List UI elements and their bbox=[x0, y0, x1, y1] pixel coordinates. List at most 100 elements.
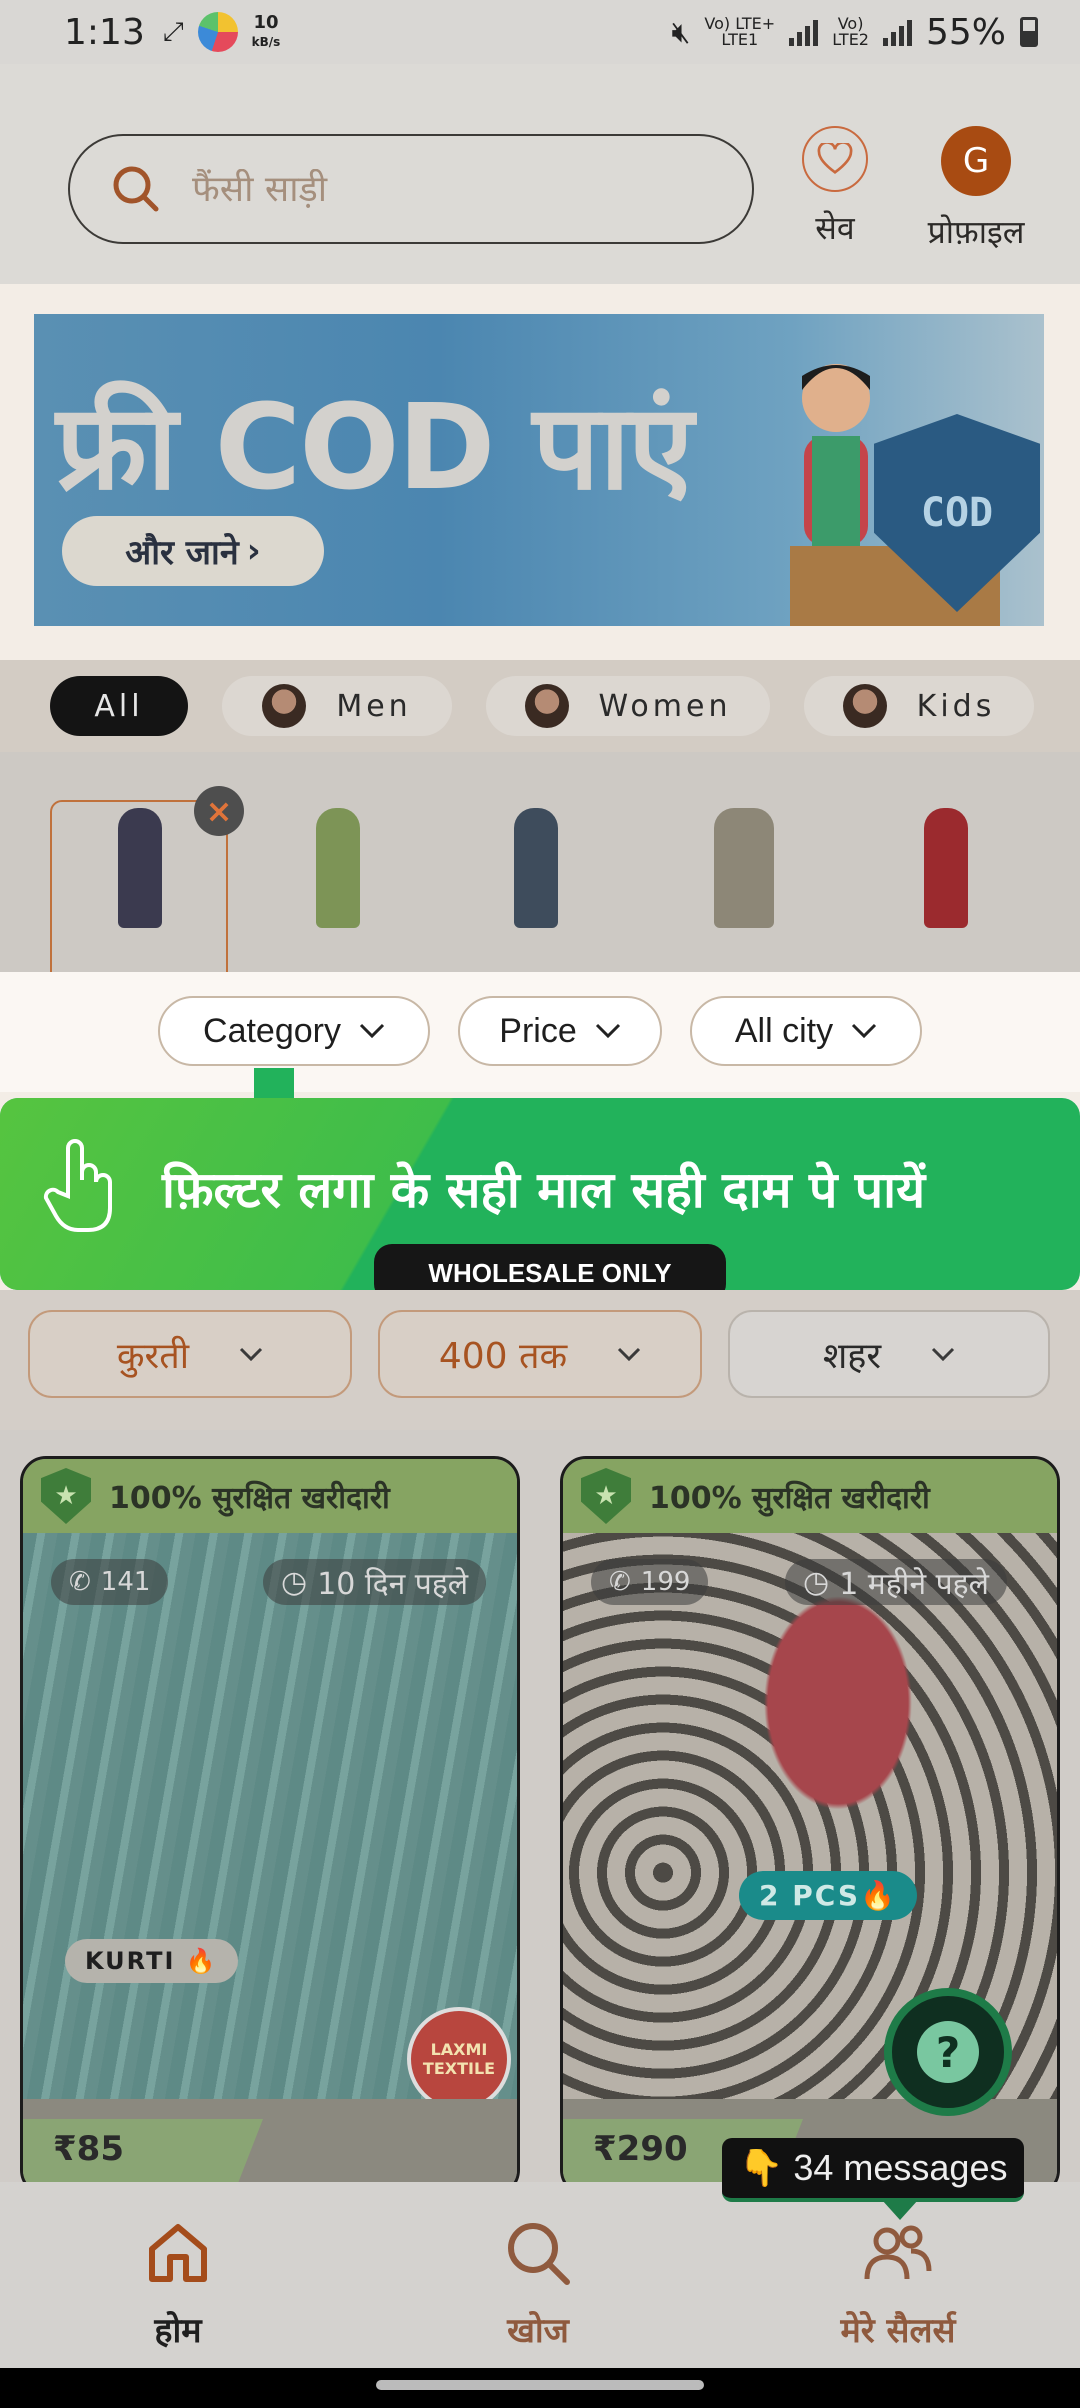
category-item[interactable] bbox=[886, 802, 1006, 952]
tab-kids[interactable]: Kids bbox=[804, 676, 1034, 736]
tab-women-label: Women bbox=[598, 688, 732, 724]
product-price: ₹290 bbox=[593, 2129, 688, 2169]
nav-home[interactable]: होम bbox=[78, 2218, 278, 2352]
nav-sellers[interactable]: मेरे सैलर्स bbox=[798, 2218, 998, 2352]
tooltip-text: फ़िल्टर लगा के सही माल सही दाम पे पायें bbox=[162, 1161, 926, 1219]
kids-avatar-icon bbox=[842, 684, 887, 728]
sim1-indicator: Vo) LTE+ LTE1 bbox=[704, 16, 775, 48]
city-quick-filter-label: शहर bbox=[822, 1335, 882, 1377]
posted-time: ◷ 1 महीने पहले bbox=[785, 1559, 1007, 1605]
promo-banner[interactable]: फ्री COD पाएं और जाने › COD bbox=[34, 314, 1044, 626]
network-speed: 10 kB/s bbox=[251, 11, 281, 51]
tap-hand-icon bbox=[43, 1139, 112, 1232]
product-card[interactable]: ★ 100% सुरक्षित खरीदारी ✆ 141 ◷ 10 दिन पहल… bbox=[20, 1456, 520, 2196]
messages-popup[interactable]: 👇 34 messages bbox=[722, 2138, 1024, 2202]
sellers-icon bbox=[798, 2218, 998, 2288]
battery-icon bbox=[1020, 17, 1038, 47]
system-nav-bar bbox=[0, 2368, 1080, 2408]
kurti-filter-label: कुरती bbox=[116, 1335, 190, 1377]
network-speed-unit: kB/s bbox=[251, 34, 281, 49]
city-filter-button[interactable]: All city bbox=[690, 996, 922, 1066]
tab-men-label: Men bbox=[336, 688, 412, 724]
browser-app-icon bbox=[197, 12, 238, 52]
status-bar: 1:13 ⤢ 10 kB/s 🔇︎ Vo) LTE+ LTE1 Vo) LTE2 5… bbox=[0, 0, 1080, 64]
tab-women[interactable]: Women bbox=[486, 676, 770, 736]
nav-search-label: खोज bbox=[507, 2311, 569, 2351]
signal-icon bbox=[882, 18, 912, 46]
price-filter-button[interactable]: Price bbox=[458, 996, 662, 1066]
star-shield-icon: ★ bbox=[581, 1468, 631, 1524]
city-quick-filter-button[interactable]: शहर bbox=[728, 1310, 1050, 1398]
kurti-thumbnail bbox=[118, 808, 162, 928]
avatar: G bbox=[941, 126, 1011, 196]
banner-title: फ्री COD पाएं bbox=[56, 378, 693, 516]
category-filter-button[interactable]: Category bbox=[158, 996, 430, 1066]
pointing-down-icon: 👇 bbox=[738, 2147, 784, 2188]
profile-button[interactable]: G प्रोफ़ाइल bbox=[916, 126, 1036, 253]
chevron-down-icon bbox=[240, 1347, 263, 1361]
product-tag: 2 PCS🔥 bbox=[739, 1871, 917, 1920]
category-item[interactable] bbox=[684, 802, 804, 952]
chevron-down-icon bbox=[595, 1023, 620, 1039]
whatsapp-count-value: 141 bbox=[100, 1567, 151, 1597]
app-header: सेव G प्रोफ़ाइल bbox=[0, 64, 1080, 284]
category-item[interactable] bbox=[278, 802, 398, 952]
heart-icon bbox=[802, 126, 868, 192]
chevron-down-icon bbox=[852, 1023, 877, 1039]
quick-filter-row: कुरती 400 तक शहर bbox=[0, 1290, 1080, 1430]
gesture-handle[interactable] bbox=[376, 2380, 704, 2390]
city-filter-label: All city bbox=[734, 1011, 834, 1050]
nav-sellers-label: मेरे सैलर्स bbox=[840, 2311, 956, 2351]
chevron-down-icon bbox=[932, 1347, 955, 1361]
jeans-thumbnail bbox=[514, 808, 558, 928]
secure-banner: ★ 100% सुरक्षित खरीदारी bbox=[563, 1459, 1057, 1533]
close-icon[interactable]: × bbox=[194, 786, 244, 836]
whatsapp-count: ✆ 199 bbox=[591, 1559, 709, 1605]
home-icon bbox=[78, 2218, 278, 2288]
sync-icon: ⤢ bbox=[162, 16, 184, 47]
filter-bar: Category Price All city bbox=[0, 972, 1080, 1092]
women-avatar-icon bbox=[524, 684, 569, 728]
sim1-sub: LTE1 bbox=[721, 30, 759, 49]
chevron-down-icon bbox=[359, 1023, 385, 1039]
chevron-right-icon: › bbox=[246, 531, 261, 571]
search-icon bbox=[113, 166, 159, 212]
clock-icon: ◷ bbox=[281, 1564, 308, 1600]
secure-banner: ★ 100% सुरक्षित खरीदारी bbox=[23, 1459, 517, 1533]
nav-search[interactable]: खोज bbox=[438, 2218, 638, 2352]
chevron-down-icon bbox=[618, 1347, 641, 1361]
tab-men[interactable]: Men bbox=[222, 676, 452, 736]
whatsapp-icon: ✆ bbox=[609, 1567, 631, 1597]
search-input[interactable] bbox=[192, 168, 712, 210]
price-filter-label: Price bbox=[499, 1011, 577, 1050]
posted-time: ◷ 10 दिन पहले bbox=[263, 1559, 487, 1605]
posted-time-value: 1 महीने पहले bbox=[839, 1566, 989, 1602]
help-icon: ? bbox=[917, 2021, 979, 2083]
segment-tabs: All Men Women Kids bbox=[0, 660, 1080, 752]
bottom-nav: होम खोज मेरे सैलर्स bbox=[0, 2182, 1080, 2368]
search-bar[interactable] bbox=[68, 134, 754, 244]
kurti-filter-button[interactable]: कुरती bbox=[28, 1310, 352, 1398]
shirt-thumbnail bbox=[714, 808, 774, 928]
save-button[interactable]: सेव bbox=[800, 126, 870, 249]
men-avatar-icon bbox=[262, 684, 307, 728]
category-strip: × bbox=[0, 752, 1080, 972]
signal-icon bbox=[789, 18, 819, 46]
price-quick-filter-button[interactable]: 400 तक bbox=[378, 1310, 702, 1398]
help-button[interactable]: ? bbox=[884, 1988, 1012, 2116]
network-speed-value: 10 bbox=[253, 11, 279, 33]
tab-all[interactable]: All bbox=[50, 676, 188, 736]
whatsapp-count-value: 199 bbox=[640, 1567, 691, 1597]
profile-label: प्रोफ़ाइल bbox=[927, 213, 1025, 251]
sim2-sub: LTE2 bbox=[832, 30, 869, 49]
nav-home-label: होम bbox=[154, 2311, 202, 2351]
banner-cta-button[interactable]: और जाने › bbox=[62, 516, 324, 586]
seller-logo[interactable]: LAXMI TEXTILE bbox=[407, 2007, 511, 2111]
saree-thumbnail bbox=[316, 808, 360, 928]
suit-thumbnail bbox=[924, 808, 968, 928]
mute-icon: 🔇︎ bbox=[671, 14, 691, 50]
sim2-indicator: Vo) LTE2 bbox=[832, 16, 869, 48]
category-item[interactable] bbox=[80, 802, 200, 952]
category-item[interactable] bbox=[476, 802, 596, 952]
save-label: सेव bbox=[815, 209, 855, 247]
